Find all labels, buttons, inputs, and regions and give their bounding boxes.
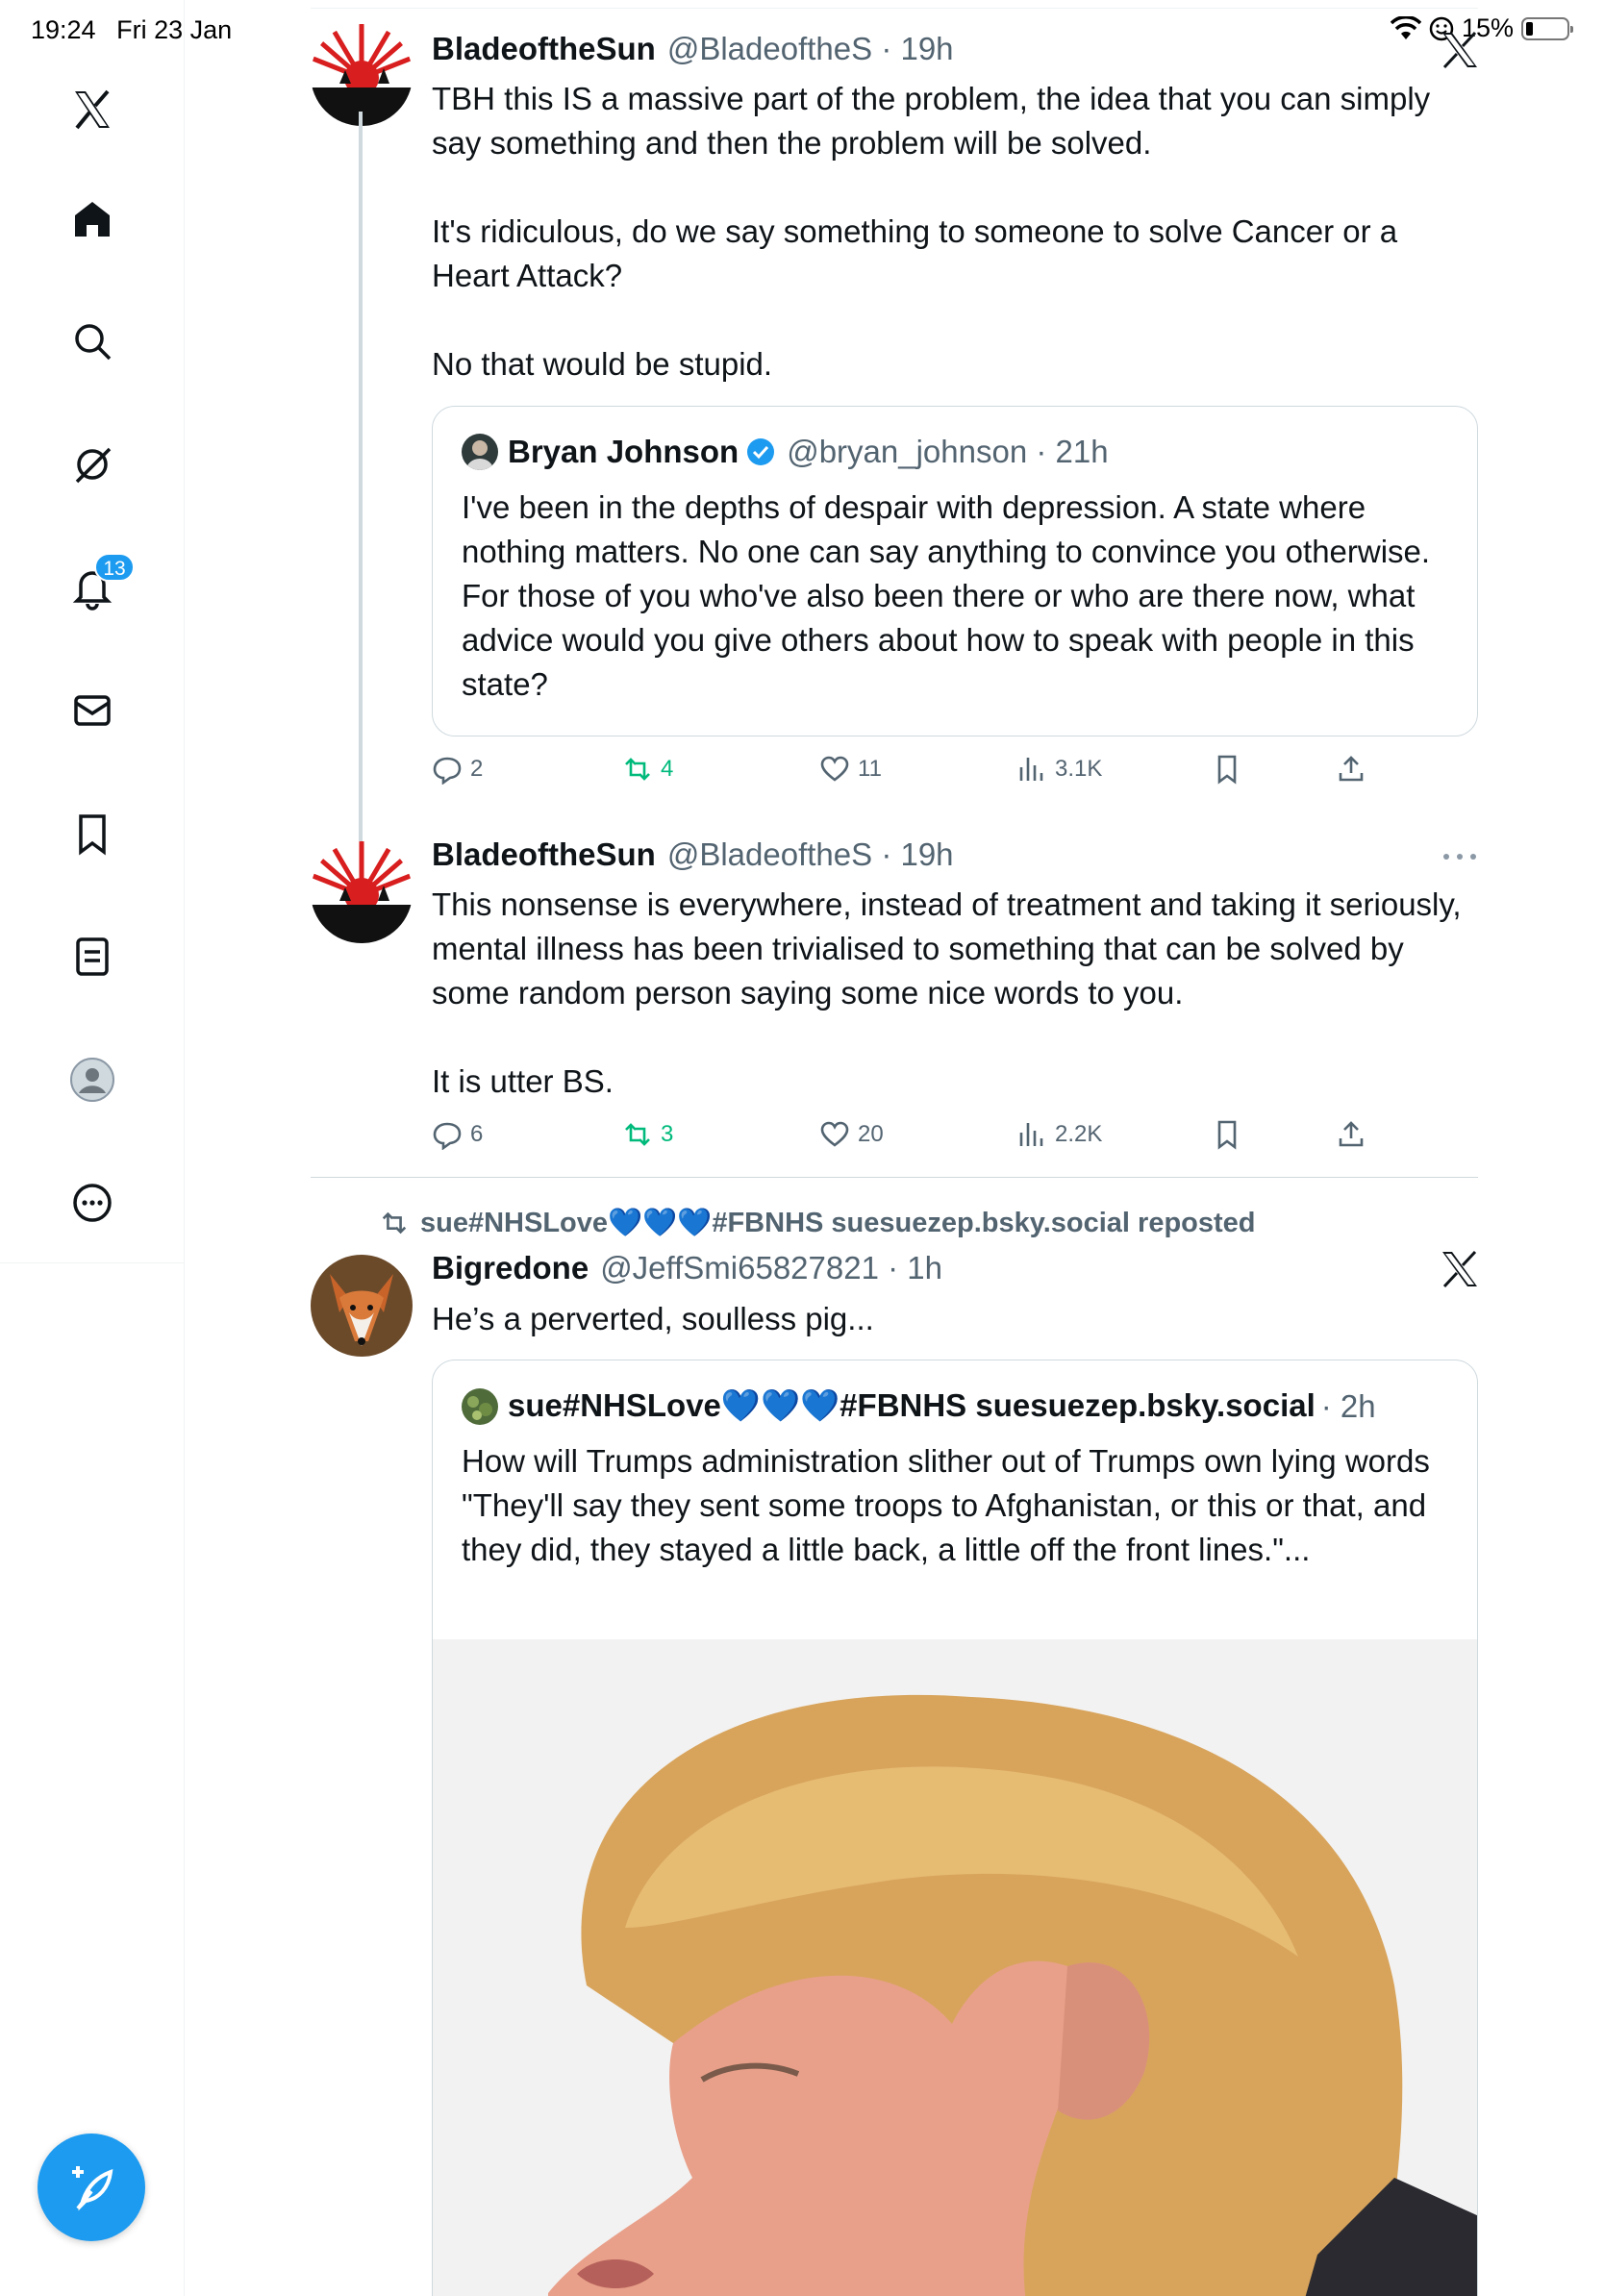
bryan-johnson-avatar-icon <box>462 434 498 470</box>
x-logo-icon[interactable] <box>58 75 127 144</box>
home-icon[interactable] <box>58 185 127 254</box>
tweet-header: BladeoftheSun @BladeoftheS · 19h <box>432 836 954 873</box>
bookmark-button[interactable] <box>1212 754 1242 785</box>
battery-icon <box>1521 16 1573 40</box>
bookmark-button[interactable] <box>1212 1119 1242 1150</box>
views-button[interactable]: 2.2K <box>1016 1119 1102 1150</box>
repost-indicator[interactable]: sue#NHSLove💙💙💙#FBNHS suesuezep.bsky.soci… <box>380 1207 1256 1239</box>
search-icon[interactable] <box>58 307 127 376</box>
bookmarks-icon[interactable] <box>58 799 127 868</box>
messages-icon[interactable] <box>58 676 127 745</box>
fox-avatar-icon <box>311 1255 413 1357</box>
reply-icon <box>433 1122 462 1150</box>
reply-count: 6 <box>470 1121 484 1147</box>
tweet-body: TBH this IS a massive part of the proble… <box>432 81 1431 382</box>
thread-connector-line <box>359 112 363 842</box>
quoted-author-handle-time: @bryan_johnson · 21h <box>787 434 1109 469</box>
quoted-author-avatar <box>462 434 498 470</box>
notifications-icon[interactable]: 13 <box>58 553 135 622</box>
views-chart-icon <box>1019 1123 1043 1146</box>
author-avatar[interactable] <box>311 841 413 943</box>
retweet-icon <box>625 758 650 781</box>
x-grok-icon[interactable] <box>1439 1248 1481 1290</box>
profile-avatar-icon[interactable] <box>58 1045 127 1114</box>
quoted-author-avatar <box>462 1387 498 1425</box>
views-count: 3.1K <box>1055 756 1103 782</box>
author-handle-time[interactable]: @BladeoftheS · 19h <box>667 836 954 873</box>
heart-icon <box>820 1121 849 1147</box>
retweet-button[interactable]: 4 <box>622 754 673 785</box>
like-button[interactable]: 11 <box>819 754 882 785</box>
reply-count: 2 <box>470 756 484 782</box>
tweet-actions: 2 4 11 3.1K <box>432 754 1393 792</box>
views-button[interactable]: 3.1K <box>1016 754 1102 785</box>
compose-feather-icon <box>72 2166 113 2211</box>
views-chart-icon <box>1019 758 1043 781</box>
author-handle-time[interactable]: @BladeoftheS · 19h <box>667 31 954 67</box>
tweet-body: This nonsense is everywhere, instead of … <box>432 886 1462 1099</box>
more-options-dots-icon[interactable] <box>1439 842 1481 871</box>
retweet-button[interactable]: 3 <box>622 1119 673 1150</box>
tweet-header: BladeoftheSun @BladeoftheS · 19h <box>432 31 954 67</box>
quoted-tweet[interactable]: Bryan Johnson @bryan_johnson · 21h I've … <box>432 406 1478 736</box>
wifi-icon <box>1390 15 1421 39</box>
verified-badge-icon <box>747 438 775 465</box>
grok-icon[interactable] <box>58 430 127 499</box>
tweet-actions: 6 3 20 2.2K <box>432 1119 1393 1158</box>
author-name[interactable]: Bigredone <box>432 1250 589 1286</box>
retweet-count: 4 <box>661 756 674 782</box>
plant-avatar-icon <box>462 1387 498 1425</box>
author-handle-time[interactable]: @JeffSmi65827821 · 1h <box>600 1250 942 1286</box>
quoted-author-name: sue#NHSLove💙💙💙#FBNHS suesuezep.bsky.soci… <box>508 1387 1316 1423</box>
share-button[interactable] <box>1336 1119 1366 1150</box>
author-name[interactable]: BladeoftheSun <box>432 836 656 873</box>
blade-of-the-sun-avatar-icon <box>311 841 413 943</box>
lists-icon[interactable] <box>58 922 127 991</box>
quoted-tweet-header: Bryan Johnson @bryan_johnson · 21h <box>462 434 1109 470</box>
bookmark-icon <box>1217 1120 1237 1150</box>
sidebar-separator <box>0 1262 185 1263</box>
feed-top-divider <box>311 8 1478 9</box>
heart-icon <box>820 756 849 782</box>
reply-icon <box>433 757 462 785</box>
reply-button[interactable]: 2 <box>432 754 483 785</box>
share-icon <box>1339 1121 1364 1147</box>
retweet-count: 3 <box>661 1121 674 1147</box>
views-count: 2.2K <box>1055 1121 1103 1147</box>
like-count: 20 <box>858 1121 884 1147</box>
more-options-icon[interactable] <box>58 1168 127 1237</box>
quoted-tweet-photo[interactable] <box>433 1639 1478 2296</box>
retweet-icon <box>625 1123 650 1146</box>
share-icon <box>1339 756 1364 782</box>
author-name[interactable]: BladeoftheSun <box>432 31 656 67</box>
quoted-author-handle-time: · 2h <box>1320 1387 1376 1424</box>
quoted-tweet-body: I've been in the depths of despair with … <box>462 489 1431 702</box>
reposted-by-label: sue#NHSLove💙💙💙#FBNHS suesuezep.bsky.soci… <box>420 1208 1256 1238</box>
tweet-divider <box>311 1177 1478 1178</box>
compose-post-button[interactable] <box>38 2134 145 2241</box>
author-avatar[interactable] <box>311 1255 413 1357</box>
like-count: 11 <box>858 756 882 782</box>
sidebar: 13 <box>0 0 185 2296</box>
share-button[interactable] <box>1336 754 1366 785</box>
tweet-header: Bigredone @JeffSmi65827821 · 1h <box>432 1250 942 1286</box>
bookmark-icon <box>1217 755 1237 785</box>
quoted-tweet[interactable]: sue#NHSLove💙💙💙#FBNHS suesuezep.bsky.soci… <box>432 1360 1478 2296</box>
quoted-tweet-header: sue#NHSLove💙💙💙#FBNHS suesuezep.bsky.soci… <box>462 1387 1376 1425</box>
like-button[interactable]: 20 <box>819 1119 884 1150</box>
repost-icon <box>382 1211 407 1235</box>
notifications-badge: 13 <box>94 553 135 582</box>
x-grok-icon[interactable] <box>1439 29 1481 71</box>
reply-button[interactable]: 6 <box>432 1119 483 1150</box>
tweet-body: He’s a perverted, soulless pig... <box>432 1301 874 1336</box>
quoted-tweet-body: How will Trumps administration slither o… <box>462 1443 1430 1567</box>
quoted-author-name: Bryan Johnson <box>508 434 739 469</box>
